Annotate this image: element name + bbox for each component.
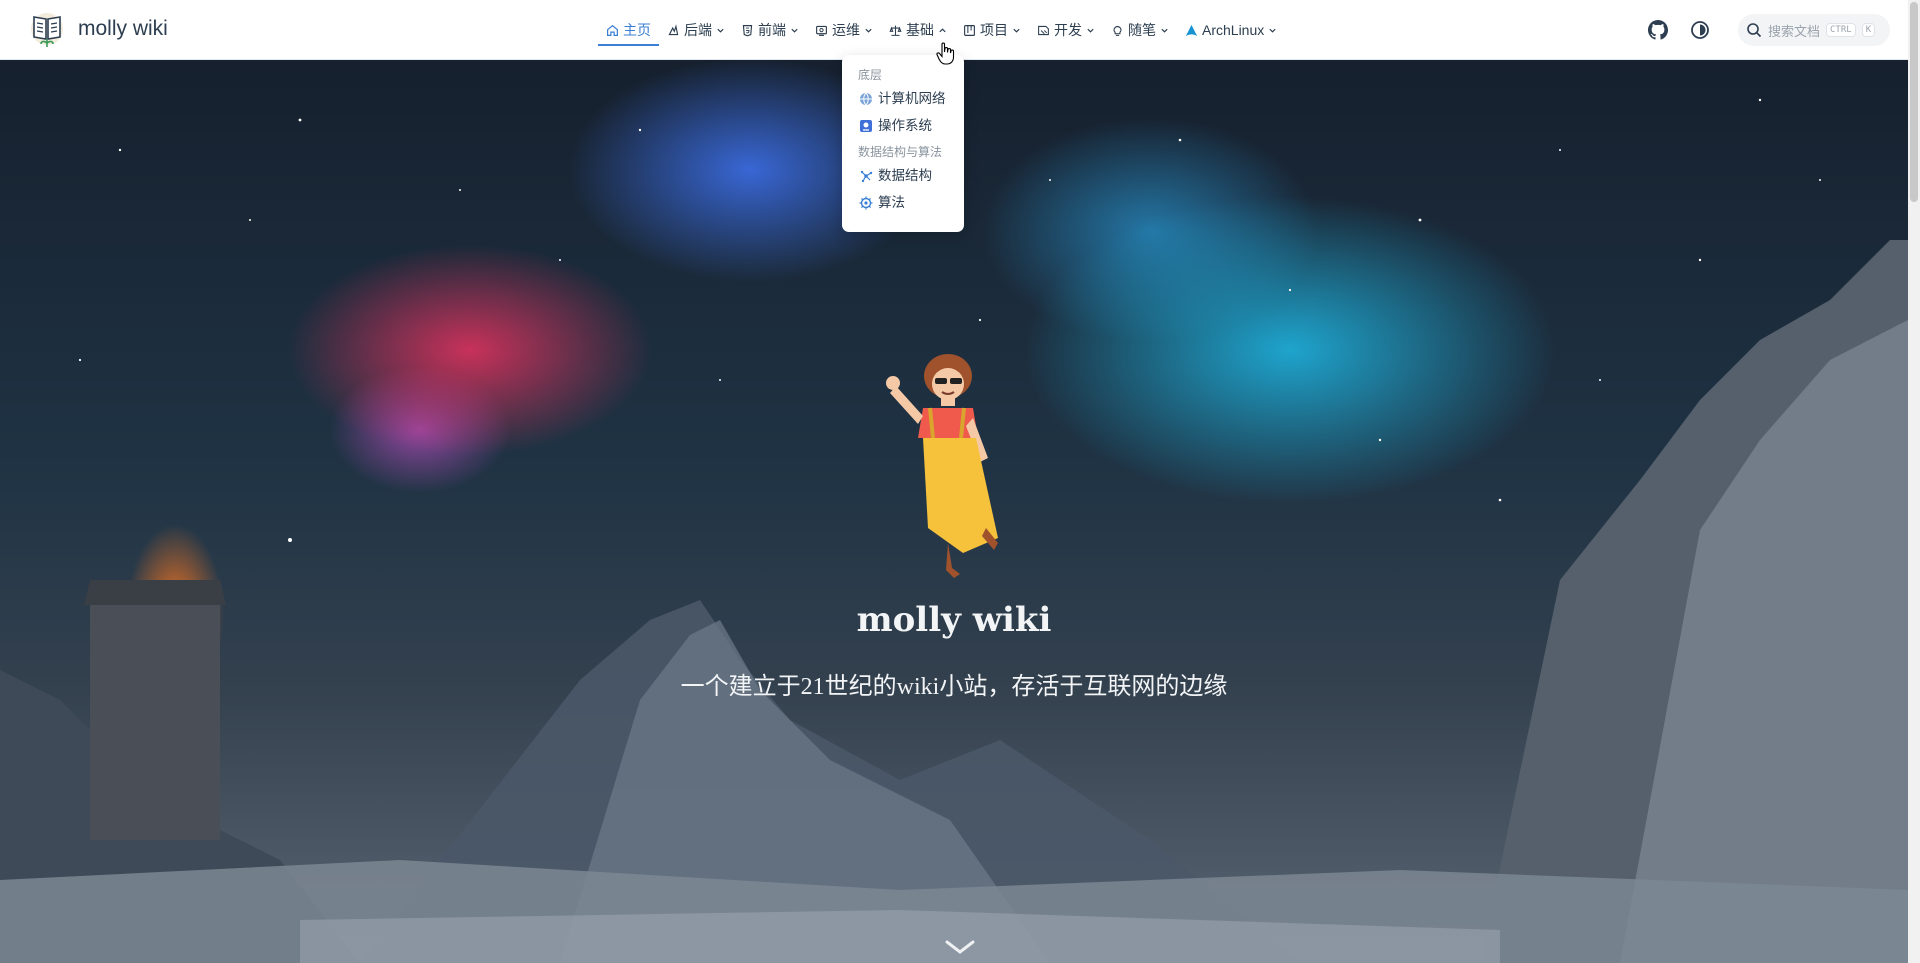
nav-frontend-label: 前端 <box>758 22 786 38</box>
home-icon <box>607 24 618 36</box>
dropdown-group-title: 底层 <box>858 68 883 82</box>
menu-item-data-structure[interactable]: 数据结构 <box>859 162 956 189</box>
archlinux-icon <box>1185 24 1198 36</box>
nav-project-label: 项目 <box>980 22 1008 38</box>
nav-ops-label: 运维 <box>832 22 860 38</box>
menu-item-label: 计算机网络 <box>878 91 946 106</box>
foundation-icon <box>889 25 902 36</box>
chevron-down-icon <box>717 28 724 33</box>
nav-ops[interactable]: 运维 <box>807 0 881 60</box>
chevron-down-icon <box>791 28 798 33</box>
nav-dev[interactable]: 开发 <box>1029 0 1103 60</box>
brand-link[interactable]: molly wiki <box>30 9 168 49</box>
menu-item-label: 数据结构 <box>878 168 932 183</box>
chevron-up-icon <box>939 27 946 32</box>
foundation-dropdown-menu: 底层 计算机网络 操作系统 数据结构与算法 数据结构 算法 <box>842 55 964 232</box>
hero-subtitle: 一个建立于21世纪的wiki小站，存活于互联网的边缘 <box>680 674 1228 700</box>
menu-item-label: 算法 <box>878 195 905 210</box>
bulb-icon <box>1113 25 1122 36</box>
dev-icon <box>1038 25 1049 35</box>
nav-backend-label: 后端 <box>684 22 712 38</box>
book-logo-icon <box>31 13 63 47</box>
menu-item-computer-network[interactable]: 计算机网络 <box>859 85 956 112</box>
nav-foundation-label: 基础 <box>906 22 934 38</box>
nav-project[interactable]: 项目 <box>955 0 1029 60</box>
project-icon <box>964 24 975 36</box>
search-icon <box>1747 23 1762 38</box>
nav-notes-label: 随笔 <box>1128 22 1156 38</box>
character-illustration <box>886 354 998 578</box>
algorithm-icon <box>859 196 873 209</box>
os-icon <box>860 119 872 132</box>
datastructure-icon <box>860 170 873 182</box>
chevron-down-icon <box>865 28 872 33</box>
menu-item-operating-system[interactable]: 操作系统 <box>859 112 956 139</box>
menu-item-algorithm[interactable]: 算法 <box>859 189 956 216</box>
nav-archlinux-label: ArchLinux <box>1202 22 1265 38</box>
nav-archlinux[interactable]: ArchLinux <box>1177 0 1285 60</box>
github-icon <box>1648 20 1668 40</box>
hand-cursor-icon <box>936 42 955 65</box>
menu-item-label: 操作系统 <box>878 118 932 133</box>
github-link[interactable] <box>1646 18 1670 42</box>
chevron-down-icon <box>1269 28 1276 33</box>
dropdown-group-title: 数据结构与算法 <box>858 145 943 159</box>
chevron-down-icon <box>1161 28 1168 33</box>
page-scrollbar[interactable] <box>1908 0 1920 963</box>
ops-icon <box>816 25 827 36</box>
chevron-down-icon <box>1087 28 1094 33</box>
search-placeholder: 搜索文档 <box>1768 23 1821 39</box>
shortcut-key-k: K <box>1861 23 1876 37</box>
nav-dev-label: 开发 <box>1054 22 1082 38</box>
theme-toggle[interactable] <box>1688 18 1712 42</box>
backend-icon <box>668 23 679 35</box>
chevron-down-icon <box>1013 28 1020 33</box>
contrast-icon <box>1691 21 1709 39</box>
hero-title: molly wiki <box>856 600 1052 640</box>
nav-home-label: 主页 <box>623 22 651 38</box>
navbar-actions: 搜索文档 CTRL K <box>1646 0 1890 60</box>
site-name: molly wiki <box>78 17 168 40</box>
nav-backend[interactable]: 后端 <box>659 0 733 60</box>
network-icon <box>860 92 872 105</box>
nav-frontend[interactable]: 前端 <box>733 0 807 60</box>
nav-home[interactable]: 主页 <box>598 0 659 60</box>
chevron-down-icon[interactable] <box>944 938 976 958</box>
nav-notes[interactable]: 随笔 <box>1103 0 1177 60</box>
scrollbar-thumb[interactable] <box>1910 2 1918 202</box>
shortcut-key-ctrl: CTRL <box>1826 23 1856 37</box>
html5-icon <box>742 24 753 36</box>
search-box[interactable]: 搜索文档 CTRL K <box>1738 14 1890 46</box>
